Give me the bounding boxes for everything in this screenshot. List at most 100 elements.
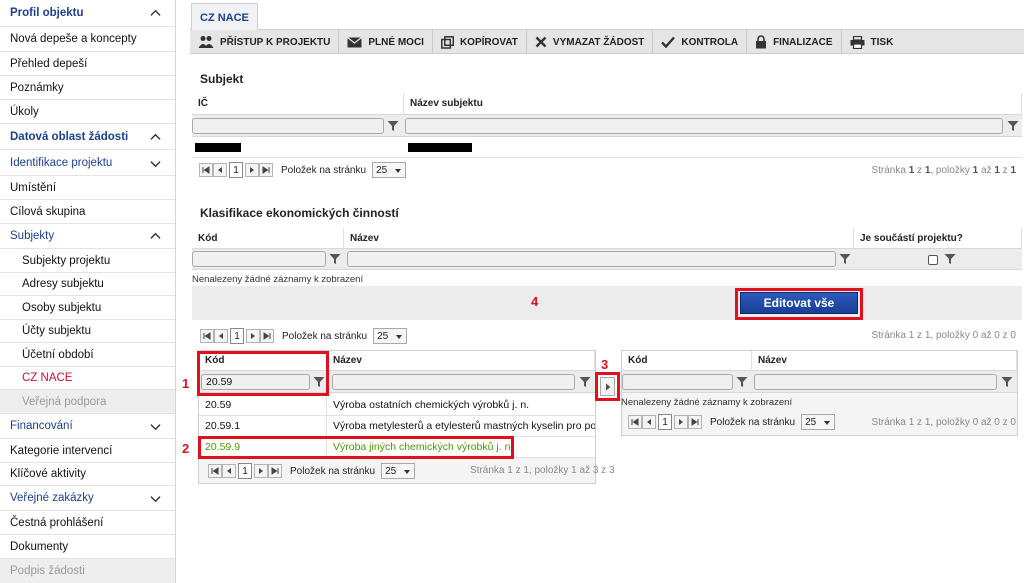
sidebar-item-cestna-prohlaseni[interactable]: Čestná prohlášení bbox=[0, 511, 175, 535]
prev-page-button[interactable] bbox=[213, 163, 227, 177]
table-row[interactable]: 20.59 Výroba ostatních chemických výrobk… bbox=[199, 394, 595, 416]
per-page-select[interactable]: 25 bbox=[372, 162, 407, 178]
per-page-select[interactable]: 25 bbox=[373, 328, 408, 344]
kod-filter-input[interactable] bbox=[622, 374, 733, 390]
sidebar-item-osoby-subjektu[interactable]: Osoby subjektu bbox=[0, 296, 175, 320]
table-row[interactable] bbox=[192, 137, 1022, 158]
first-page-button[interactable] bbox=[199, 163, 213, 177]
sidebar-item-label: Identifikace projektu bbox=[10, 156, 113, 169]
sidebar-item-ucty-subjektu[interactable]: Účty subjektu bbox=[0, 320, 175, 343]
prev-page-icon bbox=[219, 333, 223, 339]
pager-info-part: z bbox=[917, 165, 923, 176]
sidebar-item-datova-oblast[interactable]: Datová oblast žádosti bbox=[0, 124, 175, 150]
chevron-down-icon bbox=[150, 496, 161, 503]
edit-all-button[interactable]: Editovat vše bbox=[740, 292, 858, 314]
filter-icon[interactable] bbox=[313, 376, 325, 388]
nazev-filter-input[interactable] bbox=[347, 251, 836, 267]
finalize-button[interactable]: FINALIZACE bbox=[747, 30, 842, 54]
column-header-nazev[interactable]: Název bbox=[752, 351, 1017, 370]
per-page-select[interactable]: 25 bbox=[381, 463, 416, 479]
next-page-button[interactable] bbox=[245, 163, 259, 177]
sidebar-item-verejna-podpora[interactable]: Veřejná podpora bbox=[0, 390, 175, 414]
column-header-kod[interactable]: Kód bbox=[199, 351, 327, 370]
sidebar-item-subjekty[interactable]: Subjekty bbox=[0, 224, 175, 249]
sidebar-item-umisteni[interactable]: Umístění bbox=[0, 176, 175, 200]
left-pager: 1 Položek na stránku 25 bbox=[208, 459, 416, 483]
sidebar-item-profil-objektu[interactable]: Profil objektu bbox=[0, 0, 175, 27]
filter-icon[interactable] bbox=[944, 253, 956, 265]
last-page-button[interactable] bbox=[260, 329, 274, 343]
last-page-button[interactable] bbox=[688, 415, 702, 429]
klasifikace-section-title: Klasifikace ekonomických činností bbox=[200, 206, 399, 220]
sidebar-item-klicove-aktivity[interactable]: Klíčové aktivity bbox=[0, 463, 175, 486]
left-pager-info: Stránka 1 z 1, položky 1 až 3 z 3 bbox=[470, 465, 615, 476]
sidebar-item-dokumenty[interactable]: Dokumenty bbox=[0, 535, 175, 559]
check-button[interactable]: KONTROLA bbox=[653, 30, 748, 54]
sidebar-item-cz-nace[interactable]: CZ NACE bbox=[0, 367, 175, 390]
per-page-select[interactable]: 25 bbox=[801, 414, 836, 430]
prev-page-button[interactable] bbox=[214, 329, 228, 343]
prev-page-button[interactable] bbox=[222, 464, 236, 478]
delete-application-button[interactable]: VYMAZAT ŽÁDOST bbox=[527, 30, 654, 54]
access-project-button[interactable]: PŘÍSTUP K PROJEKTU bbox=[190, 30, 340, 54]
sidebar-item-financovani[interactable]: Financování bbox=[0, 414, 175, 439]
sidebar-item-poznamky[interactable]: Poznámky bbox=[0, 76, 175, 100]
filter-icon[interactable] bbox=[329, 253, 341, 265]
filter-icon[interactable] bbox=[579, 376, 591, 388]
column-header-nazev-subjektu[interactable]: Název subjektu bbox=[404, 93, 1022, 114]
je-soucasti-filter-checkbox[interactable] bbox=[928, 255, 938, 265]
move-right-button[interactable] bbox=[600, 377, 615, 396]
last-page-button[interactable] bbox=[268, 464, 282, 478]
sidebar-item-podpis-zadosti[interactable]: Podpis žádosti bbox=[0, 559, 175, 583]
sidebar-item-verejne-zakazky[interactable]: Veřejné zakázky bbox=[0, 486, 175, 511]
sidebar-item-prehled-depesi[interactable]: Přehled depeší bbox=[0, 52, 175, 76]
page-number[interactable]: 1 bbox=[229, 162, 243, 178]
power-of-attorney-button[interactable]: PLNÉ MOCI bbox=[339, 30, 433, 54]
sidebar-item-adresy-subjektu[interactable]: Adresy subjektu bbox=[0, 273, 175, 296]
next-page-button[interactable] bbox=[254, 464, 268, 478]
nazev-filter-input[interactable] bbox=[332, 374, 575, 390]
page-number[interactable]: 1 bbox=[230, 328, 244, 344]
prev-page-button[interactable] bbox=[642, 415, 656, 429]
first-page-button[interactable] bbox=[628, 415, 642, 429]
sidebar-item-subjekty-projektu[interactable]: Subjekty projektu bbox=[0, 249, 175, 273]
column-header-je-soucasti[interactable]: Je součástí projektu? bbox=[854, 228, 1022, 248]
copy-button[interactable]: KOPÍROVAT bbox=[433, 30, 527, 54]
kod-filter-input[interactable] bbox=[192, 251, 326, 267]
next-page-button[interactable] bbox=[246, 329, 260, 343]
filter-icon[interactable] bbox=[1007, 120, 1019, 132]
sidebar-item-nova-depese[interactable]: Nová depeše a koncepty bbox=[0, 27, 175, 52]
last-page-button[interactable] bbox=[259, 163, 273, 177]
filter-icon[interactable] bbox=[1001, 376, 1013, 388]
tab-cz-nace[interactable]: CZ NACE bbox=[191, 3, 258, 31]
ic-filter-input[interactable] bbox=[192, 118, 384, 134]
sidebar-item-identifikace-projektu[interactable]: Identifikace projektu bbox=[0, 150, 175, 176]
first-page-button[interactable] bbox=[208, 464, 222, 478]
column-header-kod[interactable]: Kód bbox=[622, 351, 752, 370]
button-label: FINALIZACE bbox=[773, 36, 833, 48]
nazev-filter-input[interactable] bbox=[754, 374, 997, 390]
column-header-nazev[interactable]: Název bbox=[344, 228, 854, 248]
per-page-label: Položek na stránku bbox=[282, 330, 368, 342]
sidebar-item-ukoly[interactable]: Úkoly bbox=[0, 100, 175, 124]
column-header-ic[interactable]: IČ bbox=[192, 93, 404, 114]
sidebar-item-label: Subjekty projektu bbox=[22, 254, 111, 267]
table-row[interactable]: 20.59.1 Výroba metylesterů a etylesterů … bbox=[199, 416, 595, 437]
table-row-selected[interactable]: 20.59.9 Výroba jiných chemických výrobků… bbox=[199, 437, 595, 458]
column-header-nazev[interactable]: Název bbox=[327, 351, 595, 370]
print-button[interactable]: TISK bbox=[842, 30, 902, 54]
top-pager: 1 Položek na stránku 25 bbox=[200, 324, 408, 348]
sidebar-item-cilova-skupina[interactable]: Cílová skupina bbox=[0, 200, 175, 224]
filter-icon[interactable] bbox=[736, 376, 748, 388]
sidebar-item-ucetni-obdobi[interactable]: Účetní období bbox=[0, 343, 175, 367]
first-page-button[interactable] bbox=[200, 329, 214, 343]
next-page-button[interactable] bbox=[674, 415, 688, 429]
nazev-subjektu-filter-input[interactable] bbox=[405, 118, 1003, 134]
filter-icon[interactable] bbox=[387, 120, 399, 132]
column-header-kod[interactable]: Kód bbox=[192, 228, 344, 248]
page-number[interactable]: 1 bbox=[238, 463, 252, 479]
kod-filter-input[interactable]: 20.59 bbox=[201, 374, 310, 390]
page-number[interactable]: 1 bbox=[658, 414, 672, 430]
sidebar-item-kategorie-intervenci[interactable]: Kategorie intervencí bbox=[0, 439, 175, 463]
filter-icon[interactable] bbox=[839, 253, 851, 265]
